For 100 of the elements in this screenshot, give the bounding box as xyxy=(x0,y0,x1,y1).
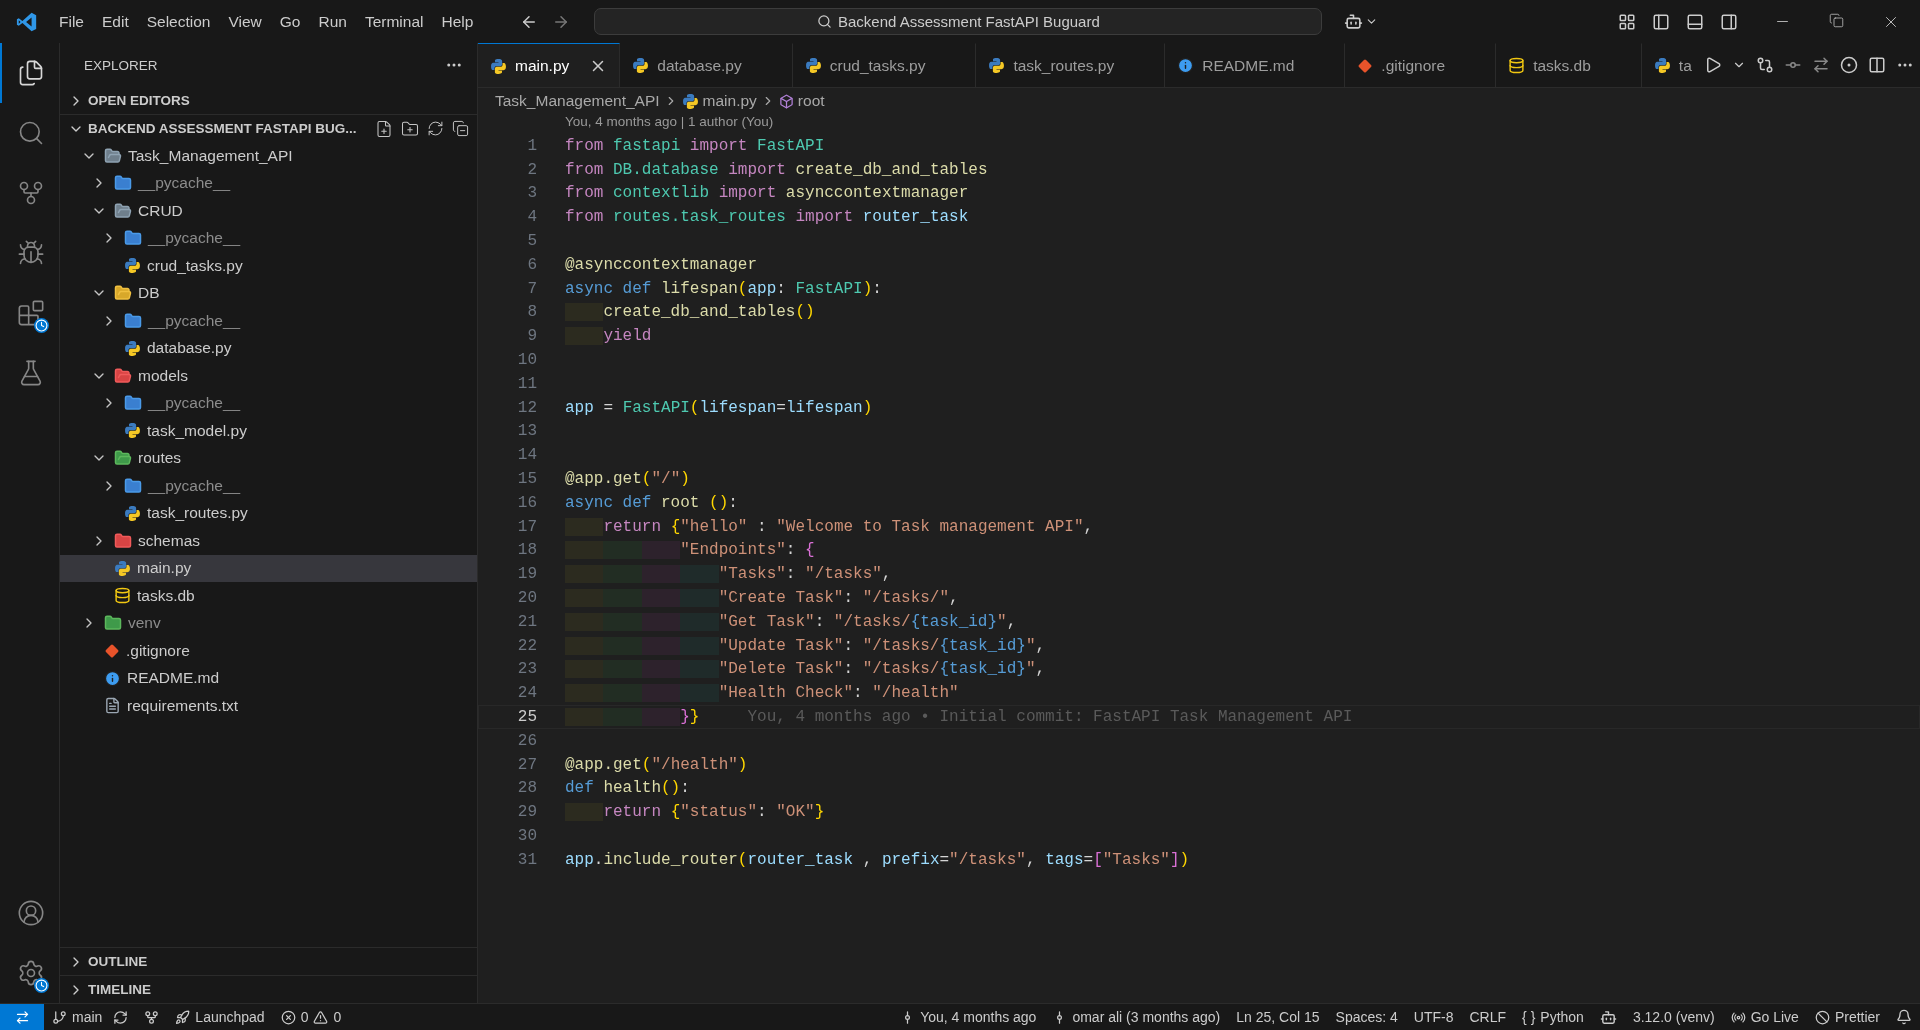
new-file-icon[interactable] xyxy=(375,119,393,138)
copilot-icon[interactable] xyxy=(1599,1008,1617,1026)
search-icon xyxy=(817,14,832,29)
section-header[interactable]: BACKEND ASSESSMENT FASTAPI BUG... xyxy=(60,114,477,142)
section-header[interactable]: OPEN EDITORS xyxy=(60,87,477,114)
tree-item[interactable]: __pycache__ xyxy=(60,169,477,197)
codelens-text[interactable]: You, 4 months ago | 1 author (You) xyxy=(565,114,774,129)
tree-item[interactable]: database.py xyxy=(60,334,477,362)
remote-icon xyxy=(14,1009,30,1025)
file-name: models xyxy=(138,366,188,385)
info-icon xyxy=(1177,57,1195,74)
line-number: 28 xyxy=(516,779,537,798)
new-folder-icon[interactable] xyxy=(401,119,419,138)
folder-icon xyxy=(104,146,122,165)
status-item[interactable]: 3.12.0 (venv) xyxy=(1624,1009,1723,1025)
breadcrumb-item[interactable]: Task_Management_API xyxy=(495,92,660,110)
file-name: venv xyxy=(128,614,161,633)
tree-item[interactable]: __pycache__ xyxy=(60,472,477,500)
menu-item[interactable]: Edit xyxy=(93,8,138,35)
tree-item[interactable]: crud_tasks.py xyxy=(60,252,477,280)
tree-item[interactable]: schemas xyxy=(60,527,477,555)
panel-right-icon[interactable] xyxy=(1720,12,1738,31)
code-line: app.include_router(router_task , prefix="/tasks", tags=["Tasks"]) xyxy=(565,850,1190,869)
bug-icon[interactable] xyxy=(16,239,45,267)
layout-icon[interactable] xyxy=(1618,12,1636,31)
cube-icon xyxy=(778,93,794,109)
tree-item[interactable]: README.md xyxy=(60,664,477,692)
graph-icon[interactable] xyxy=(144,1009,160,1025)
tree-item[interactable]: requirements.txt xyxy=(60,692,477,720)
status-item[interactable]: Ln 25, Col 15 xyxy=(1228,1009,1328,1025)
menu-item[interactable]: Help xyxy=(432,8,483,35)
command-center-text: Backend Assessment FastAPI Buguard xyxy=(838,13,1100,30)
code-line: return {"hello" : "Welcome to Task management API", xyxy=(565,517,1094,536)
menu-item[interactable]: View xyxy=(219,8,271,35)
tree-item[interactable]: routes xyxy=(60,444,477,472)
line-number: 5 xyxy=(526,232,537,251)
circle-icon[interactable] xyxy=(1839,56,1858,74)
tree-item[interactable]: task_routes.py xyxy=(60,499,477,527)
menu-item[interactable]: Selection xyxy=(137,8,220,35)
menu-item[interactable]: Terminal xyxy=(355,8,433,35)
error-icon xyxy=(280,1009,296,1025)
command-center[interactable]: Backend Assessment FastAPI Buguard xyxy=(594,8,1323,35)
tree-item[interactable]: DB xyxy=(60,279,477,307)
python-icon xyxy=(1653,57,1671,74)
language-status[interactable]: { } Python xyxy=(1514,1009,1592,1025)
status-item[interactable]: You, 4 months ago xyxy=(892,1009,1045,1025)
file-name: .gitignore xyxy=(126,641,190,660)
tree-item[interactable]: __pycache__ xyxy=(60,307,477,335)
branch-status[interactable]: main xyxy=(44,1009,137,1025)
editor-tab[interactable]: main.py xyxy=(478,43,621,87)
tree-item[interactable]: Task_Management_API xyxy=(60,142,477,170)
menu-item[interactable]: File xyxy=(50,8,93,35)
menu-item[interactable]: Go xyxy=(270,8,310,35)
arrows-icon[interactable] xyxy=(1811,56,1830,74)
tree-item[interactable]: models xyxy=(60,362,477,390)
rocket-icon xyxy=(175,1009,191,1025)
breadcrumb-item[interactable]: main.py xyxy=(702,92,757,110)
problems-status[interactable]: 0 0 xyxy=(272,1009,350,1025)
line-number: 1 xyxy=(526,136,537,155)
split-editor-icon[interactable] xyxy=(1867,56,1886,74)
panel-bottom-icon[interactable] xyxy=(1686,12,1704,31)
tree-item[interactable]: task_model.py xyxy=(60,417,477,445)
ban-icon xyxy=(1814,1009,1830,1025)
go-live-button[interactable]: Go Live xyxy=(1722,1009,1807,1025)
status-item[interactable]: Spaces: 4 xyxy=(1327,1009,1406,1025)
braces-glyph: { } xyxy=(1522,1009,1536,1025)
line-number: 16 xyxy=(516,493,537,512)
tree-item[interactable]: .gitignore xyxy=(60,637,477,665)
collapse-all-icon[interactable] xyxy=(452,119,469,137)
code-line: def health(): xyxy=(565,779,690,798)
status-item[interactable]: omar ali (3 months ago) xyxy=(1044,1009,1229,1025)
tree-item[interactable]: __pycache__ xyxy=(60,389,477,417)
tree-item[interactable]: CRUD xyxy=(60,197,477,225)
bell-icon[interactable] xyxy=(1896,1009,1912,1025)
tree-item[interactable]: __pycache__ xyxy=(60,224,477,252)
breadcrumb-item[interactable]: root xyxy=(797,92,825,110)
menu-item[interactable]: Run xyxy=(309,8,356,35)
panel-left-icon[interactable] xyxy=(1652,12,1670,31)
status-item[interactable]: CRLF xyxy=(1461,1009,1515,1025)
code-line: return {"status": "OK"} xyxy=(565,803,825,822)
line-number: 21 xyxy=(516,612,537,631)
launchpad-status[interactable]: Launchpad xyxy=(167,1009,273,1025)
file-name: CRUD xyxy=(138,201,183,220)
prettier-status[interactable]: Prettier xyxy=(1806,1009,1888,1025)
refresh-icon[interactable] xyxy=(427,119,444,137)
account-icon[interactable] xyxy=(16,899,45,927)
restore-icon[interactable] xyxy=(1829,12,1844,28)
copilot-icon[interactable] xyxy=(1344,12,1364,31)
tree-item[interactable]: venv xyxy=(60,609,477,637)
tree-item[interactable]: tasks.db xyxy=(60,582,477,610)
status-item[interactable]: UTF-8 xyxy=(1405,1009,1462,1025)
code-line: yield xyxy=(565,327,652,346)
line-number: 30 xyxy=(516,827,537,845)
blocks-icon[interactable] xyxy=(16,299,45,327)
section-header[interactable]: OUTLINE xyxy=(60,947,477,975)
line-number: 25 xyxy=(516,708,537,726)
compare-icon[interactable] xyxy=(1755,56,1774,74)
tree-item[interactable]: main.py xyxy=(60,554,477,582)
code-line: "Delete Task": "/tasks/{task_id}", xyxy=(565,660,1046,679)
remote-button[interactable] xyxy=(0,1004,44,1030)
